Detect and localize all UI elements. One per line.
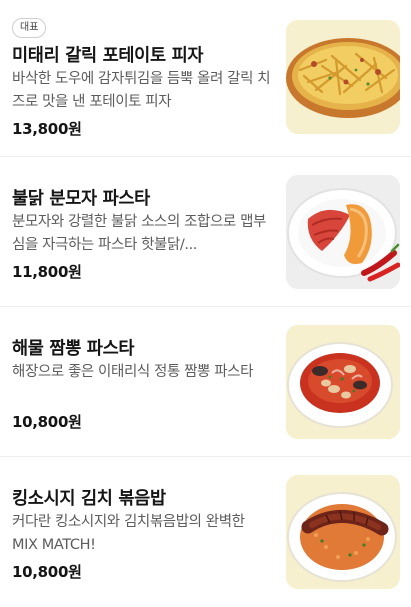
menu-item-description: 바삭한 도우에 감자튀김을 듬뿍 올려 갈릭 치즈로 맛을 낸 포테이토 피자 [12, 71, 271, 110]
menu-item-description: 해장으로 좋은 이태리식 정통 짬뽕 파스타 [12, 364, 254, 380]
menu-item-price: 10,800원 [12, 413, 82, 431]
menu-item-price: 13,800원 [12, 120, 82, 138]
signature-badge: 대표 [12, 18, 47, 38]
menu-item-name: 해물 짬뽕 파스타 [12, 339, 135, 359]
menu-item-description: 분모자와 강렬한 불닭 소스의 조합으로 맵부심을 자극하는 파스타 핫불닭/.… [12, 214, 266, 253]
menu-item[interactable]: 대표 미태리 갈릭 포테이토 피자 바삭한 도우에 감자튀김을 듬뿍 올려 갈릭… [0, 0, 411, 157]
pizza-photo[interactable] [286, 20, 400, 134]
menu-item-name: 킹소시지 김치 볶음밥 [12, 489, 166, 509]
menu-item-price: 10,800원 [12, 563, 82, 581]
sausage-rice-photo[interactable] [286, 475, 400, 589]
menu-item[interactable]: 불닭 분모자 파스타 분모자와 강렬한 불닭 소스의 조합으로 맵부심을 자극하… [0, 157, 411, 307]
menu-item-name: 미태리 갈릭 포테이토 피자 [12, 46, 204, 66]
menu-item[interactable]: 킹소시지 김치 볶음밥 커다란 킹소시지와 김치볶음밥의 완벽한 MIX MAT… [0, 457, 411, 607]
menu-list: 대표 미태리 갈릭 포테이토 피자 바삭한 도우에 감자튀김을 듬뿍 올려 갈릭… [0, 0, 411, 607]
spicy-pasta-photo[interactable] [286, 175, 400, 289]
menu-item-price: 11,800원 [12, 263, 82, 281]
menu-item-description: 커다란 킹소시지와 김치볶음밥의 완벽한 MIX MATCH! [12, 514, 245, 553]
seafood-pasta-photo[interactable] [286, 325, 400, 439]
menu-item[interactable]: 해물 짬뽕 파스타 해장으로 좋은 이태리식 정통 짬뽕 파스타 10,800원 [0, 307, 411, 457]
menu-item-name: 불닭 분모자 파스타 [12, 189, 150, 209]
